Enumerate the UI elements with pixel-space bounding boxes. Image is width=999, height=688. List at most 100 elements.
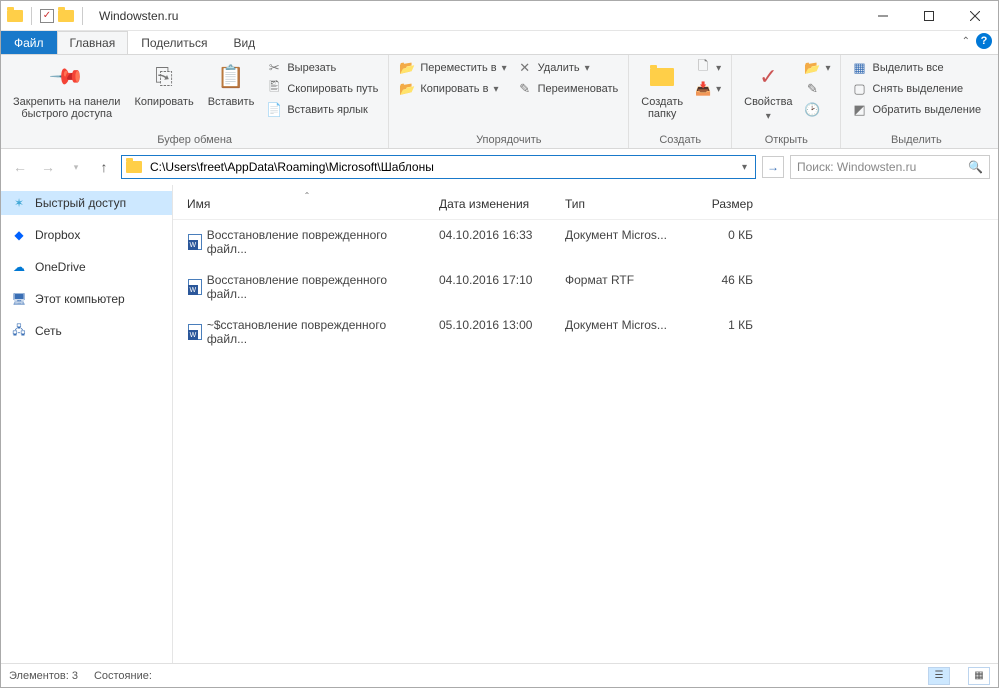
go-button[interactable]: → bbox=[762, 156, 784, 178]
sidebar-item-onedrive[interactable]: ☁ OneDrive bbox=[1, 255, 172, 279]
select-none-button[interactable]: ▢Снять выделение bbox=[849, 80, 983, 98]
word-doc-icon bbox=[187, 324, 203, 340]
delete-button[interactable]: ✕Удалить ▾ bbox=[515, 59, 621, 77]
file-type: Формат RTF bbox=[559, 269, 679, 305]
sidebar-item-label: Быстрый доступ bbox=[35, 196, 126, 210]
file-name: ~$сстановление поврежденного файл... bbox=[207, 318, 427, 346]
new-folder-button[interactable]: Создать папку bbox=[637, 59, 687, 122]
easy-access-icon: 📥 bbox=[695, 81, 711, 97]
group-label: Создать bbox=[637, 132, 723, 146]
folder-icon bbox=[7, 10, 23, 22]
select-all-button[interactable]: ▦Выделить все bbox=[849, 59, 983, 77]
collapse-ribbon-icon[interactable]: ⌃ bbox=[962, 36, 970, 47]
search-icon: 🔍 bbox=[968, 160, 983, 174]
new-folder-icon bbox=[646, 61, 678, 93]
group-open: ✓ Свойства ▾ 📂▾ ✎ 🕑 Открыть bbox=[732, 55, 841, 148]
shortcut-icon: 📄 bbox=[266, 102, 282, 118]
status-bar: Элементов: 3 Состояние: ☰ ▦ bbox=[1, 663, 998, 687]
ribbon-tabs: Файл Главная Поделиться Вид ⌃ ? bbox=[1, 31, 998, 55]
file-date: 04.10.2016 16:33 bbox=[433, 224, 559, 260]
new-item-button[interactable]: 🗋▾ bbox=[693, 59, 723, 77]
star-icon: ✶ bbox=[11, 195, 27, 211]
file-date: 04.10.2016 17:10 bbox=[433, 269, 559, 305]
edit-button[interactable]: ✎ bbox=[802, 80, 832, 98]
sidebar-item-quick-access[interactable]: ✶ Быстрый доступ bbox=[1, 191, 172, 215]
chevron-down-icon: ▾ bbox=[766, 111, 771, 122]
address-input[interactable] bbox=[148, 158, 738, 176]
history-button[interactable]: 🕑 bbox=[802, 101, 832, 119]
main-area: ✶ Быстрый доступ ◆ Dropbox ☁ OneDrive 🖥 … bbox=[1, 185, 998, 663]
file-size: 1 КБ bbox=[679, 314, 759, 350]
copy-to-button[interactable]: 📂Копировать в ▾ bbox=[397, 80, 508, 98]
column-header-size[interactable]: Размер bbox=[679, 193, 759, 215]
search-box[interactable]: Поиск: Windowsten.ru 🔍 bbox=[790, 155, 990, 179]
properties-icon: ✓ bbox=[752, 61, 784, 93]
back-button[interactable]: ← bbox=[9, 156, 31, 178]
file-size: 46 КБ bbox=[679, 269, 759, 305]
minimize-button[interactable] bbox=[860, 1, 906, 31]
search-placeholder: Поиск: Windowsten.ru bbox=[797, 160, 968, 174]
sidebar-item-this-pc[interactable]: 🖥 Этот компьютер bbox=[1, 287, 172, 311]
status-item-count: Элементов: 3 bbox=[9, 670, 78, 682]
group-clipboard: 📌 Закрепить на панели быстрого доступа ⎘… bbox=[1, 55, 389, 148]
invert-icon: ◩ bbox=[851, 102, 867, 118]
path-icon: 🖺 bbox=[266, 81, 282, 97]
tab-file[interactable]: Файл bbox=[1, 31, 57, 54]
help-icon[interactable]: ? bbox=[976, 33, 992, 49]
details-view-button[interactable]: ☰ bbox=[928, 667, 950, 685]
file-row[interactable]: ~$сстановление поврежденного файл... 05.… bbox=[173, 310, 998, 355]
address-dropdown-icon[interactable]: ▾ bbox=[738, 162, 751, 173]
sidebar-item-dropbox[interactable]: ◆ Dropbox bbox=[1, 223, 172, 247]
move-to-button[interactable]: 📂Переместить в ▾ bbox=[397, 59, 508, 77]
copyto-icon: 📂 bbox=[399, 81, 415, 97]
group-label: Выделить bbox=[849, 132, 983, 146]
sort-indicator-icon: ⌃ bbox=[304, 191, 311, 200]
invert-selection-button[interactable]: ◩Обратить выделение bbox=[849, 101, 983, 119]
paste-icon: 📋 bbox=[215, 61, 247, 93]
chevron-down-icon: ▾ bbox=[825, 63, 830, 74]
title-bar: ✓ Windowsten.ru bbox=[1, 1, 998, 31]
properties-button[interactable]: ✓ Свойства ▾ bbox=[740, 59, 796, 124]
folder-icon[interactable] bbox=[58, 10, 74, 22]
paste-shortcut-button[interactable]: 📄Вставить ярлык bbox=[264, 101, 380, 119]
recent-locations-button[interactable]: ▾ bbox=[65, 156, 87, 178]
folder-icon bbox=[126, 161, 142, 173]
cut-button[interactable]: ✂Вырезать bbox=[264, 59, 380, 77]
chevron-down-icon: ▾ bbox=[716, 84, 721, 95]
pin-to-quick-access-button[interactable]: 📌 Закрепить на панели быстрого доступа bbox=[9, 59, 124, 122]
sidebar-item-network[interactable]: 🖧 Сеть bbox=[1, 319, 172, 343]
file-list: ⌃Имя Дата изменения Тип Размер Восстанов… bbox=[173, 185, 998, 663]
qat-properties-icon[interactable]: ✓ bbox=[40, 9, 54, 23]
file-row[interactable]: Восстановление поврежденного файл... 04.… bbox=[173, 220, 998, 265]
chevron-down-icon: ▾ bbox=[585, 63, 590, 74]
paste-button[interactable]: 📋 Вставить bbox=[204, 59, 259, 110]
edit-icon: ✎ bbox=[804, 81, 820, 97]
copy-button[interactable]: ⎘ Копировать bbox=[130, 59, 197, 110]
onedrive-icon: ☁ bbox=[11, 259, 27, 275]
easy-access-button[interactable]: 📥▾ bbox=[693, 80, 723, 98]
column-header-type[interactable]: Тип bbox=[559, 193, 679, 215]
pc-icon: 🖥 bbox=[11, 291, 27, 307]
maximize-button[interactable] bbox=[906, 1, 952, 31]
file-size: 0 КБ bbox=[679, 224, 759, 260]
forward-button[interactable]: → bbox=[37, 156, 59, 178]
close-button[interactable] bbox=[952, 1, 998, 31]
file-date: 05.10.2016 13:00 bbox=[433, 314, 559, 350]
network-icon: 🖧 bbox=[11, 323, 27, 339]
tab-view[interactable]: Вид bbox=[220, 31, 268, 54]
file-row[interactable]: Восстановление поврежденного файл... 04.… bbox=[173, 265, 998, 310]
column-header-name[interactable]: ⌃Имя bbox=[181, 193, 433, 215]
file-type: Документ Micros... bbox=[559, 224, 679, 260]
open-button[interactable]: 📂▾ bbox=[802, 59, 832, 77]
tab-share[interactable]: Поделиться bbox=[128, 31, 220, 54]
address-bar[interactable]: ▾ bbox=[121, 155, 756, 179]
sidebar-item-label: OneDrive bbox=[35, 260, 86, 274]
column-header-date[interactable]: Дата изменения bbox=[433, 193, 559, 215]
word-doc-icon bbox=[187, 279, 203, 295]
rename-button[interactable]: ✎Переименовать bbox=[515, 80, 621, 98]
copy-path-button[interactable]: 🖺Скопировать путь bbox=[264, 80, 380, 98]
chevron-down-icon: ▾ bbox=[716, 63, 721, 74]
large-icons-view-button[interactable]: ▦ bbox=[968, 667, 990, 685]
up-button[interactable]: ↑ bbox=[93, 156, 115, 178]
tab-home[interactable]: Главная bbox=[57, 31, 129, 54]
